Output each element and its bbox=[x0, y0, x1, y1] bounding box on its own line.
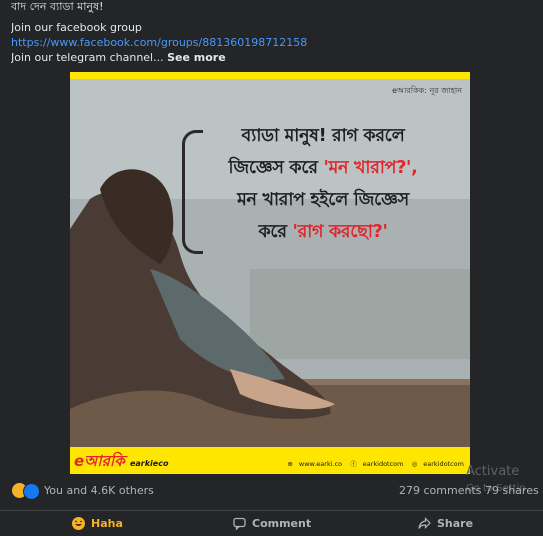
facebook-icon: ⓕ bbox=[350, 460, 357, 468]
post-line-4: Join our telegram channel... See more bbox=[11, 50, 226, 65]
comment-label: Comment bbox=[252, 517, 312, 530]
telegram-text: Join our telegram channel... bbox=[11, 51, 164, 64]
instagram-handle: earkidotcom bbox=[423, 460, 464, 468]
social-handles: ⊕ www.earki.co ⓕ earkidotcom ◎ earkidotcom bbox=[281, 458, 464, 468]
action-bar: Haha Comment Share bbox=[0, 510, 543, 536]
quote-line-4: করে 'রাগ করছো?' bbox=[188, 216, 458, 248]
haha-label: Haha bbox=[91, 517, 123, 530]
post-stats: You and 4.6K others 279 comments 79 shar… bbox=[0, 479, 543, 503]
see-more-link[interactable]: See more bbox=[167, 51, 226, 64]
quote-line-4-b: 'রাগ করছো?' bbox=[292, 222, 388, 242]
comments-count[interactable]: 279 comments bbox=[399, 484, 481, 497]
quote-line-2: জিজ্ঞেস করে 'মন খারাপ?', bbox=[188, 152, 458, 184]
haha-reaction-icon bbox=[72, 517, 85, 530]
brand-sub: earkieco bbox=[129, 459, 169, 468]
reaction-icons[interactable] bbox=[12, 483, 42, 500]
quote-text: ব্যাডা মানুষ! রাগ করলে জিজ্ঞেস করে 'মন খ… bbox=[188, 120, 458, 248]
facebook-handle: earkidotcom bbox=[362, 460, 404, 468]
quote-line-2-b: 'মন খারাপ?', bbox=[323, 158, 418, 178]
share-button[interactable]: Share bbox=[418, 517, 473, 530]
like-icon bbox=[23, 483, 40, 500]
quote-line-1: ব্যাডা মানুষ! রাগ করলে bbox=[241, 126, 405, 146]
post-image[interactable]: eআরকিক: নূর জাহান ব্যাডা মানুষ! রাগ করলে… bbox=[70, 72, 470, 474]
group-link[interactable]: https://www.facebook.com/groups/88136019… bbox=[11, 35, 307, 50]
image-top-band bbox=[70, 72, 470, 79]
comment-share-counts: 279 comments 79 shares bbox=[399, 484, 539, 497]
site-handle: www.earki.co bbox=[298, 460, 343, 468]
image-credit: eআরকিক: নূর জাহান bbox=[392, 86, 462, 95]
post-line-2: Join our facebook group bbox=[11, 21, 142, 34]
quote-line-4-a: করে bbox=[258, 222, 293, 242]
comment-icon bbox=[233, 517, 246, 531]
post-line-1: বাদ দেন ব্যাডা মানুষ! bbox=[11, 0, 104, 13]
quote-line-3: মন খারাপ হইলে জিজ্ঞেস bbox=[237, 190, 409, 210]
instagram-icon: ◎ bbox=[411, 460, 418, 468]
comment-button[interactable]: Comment bbox=[233, 517, 312, 531]
brand-name: eআরকি bbox=[74, 452, 125, 470]
share-icon bbox=[418, 517, 431, 530]
quote-line-2-a: জিজ্ঞেস করে bbox=[228, 158, 324, 178]
globe-icon: ⊕ bbox=[287, 460, 293, 468]
haha-button[interactable]: Haha bbox=[72, 517, 123, 530]
brand-logo: eআরকি earkieco bbox=[74, 450, 168, 474]
reactions-count[interactable]: You and 4.6K others bbox=[44, 484, 154, 497]
watermark-title: Activate bbox=[466, 464, 520, 479]
shares-count[interactable]: 79 shares bbox=[485, 484, 539, 497]
share-label: Share bbox=[437, 517, 474, 530]
